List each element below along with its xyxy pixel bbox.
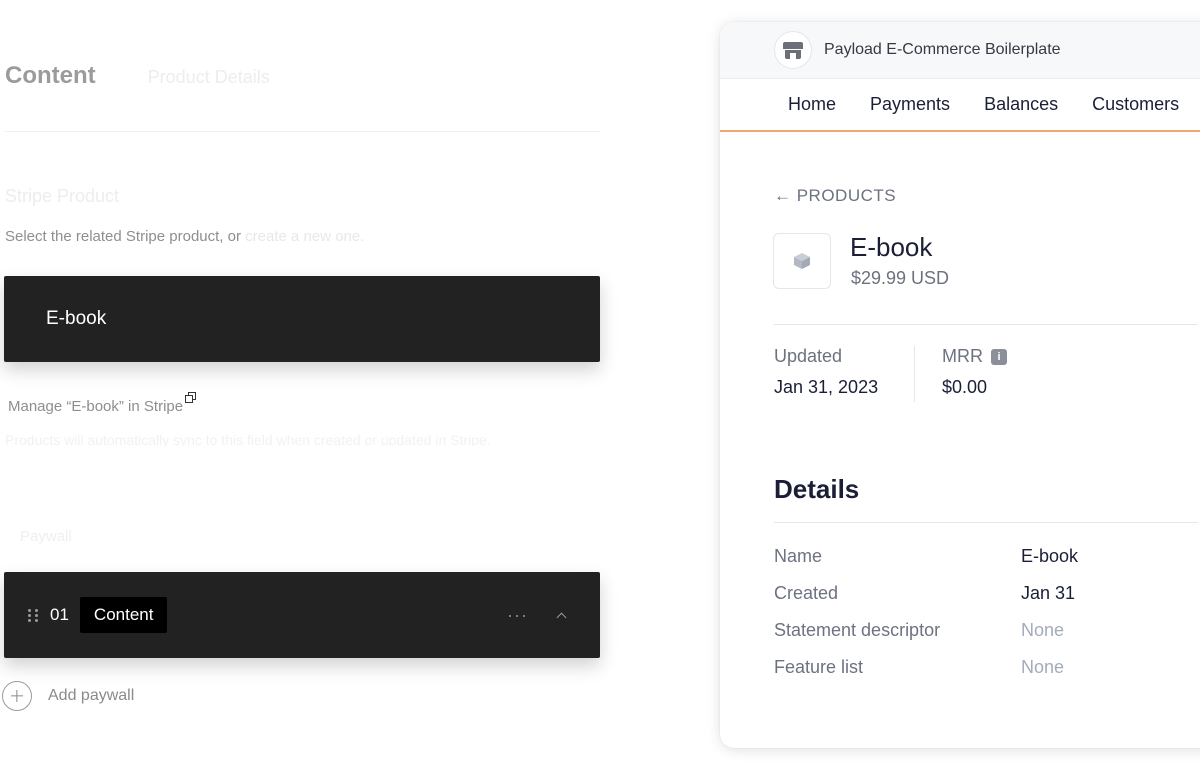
stat-mrr-label: MRR [942,346,983,366]
details-value: None [1021,620,1065,640]
divider [774,324,1198,325]
breadcrumb-products[interactable]: ← PRODUCTS [774,186,896,206]
details-row-statement-descriptor: Statement descriptor None [774,620,1194,641]
details-value: E-book [1021,546,1079,566]
nav-balances[interactable]: Balances [984,94,1058,115]
product-name: E-book [850,232,933,262]
box-icon [794,253,810,269]
product-thumbnail [773,233,831,289]
product-select[interactable]: E-book [4,276,600,362]
stat-separator [914,346,915,402]
create-product-link[interactable]: create a new one. [245,228,364,245]
row-label: Content [79,597,168,633]
manage-in-stripe-link[interactable]: Manage “E-book” in Stripe [8,392,197,415]
payload-admin-panel: Content Product Details Stripe Product S… [0,0,620,770]
store-icon [783,41,803,59]
add-paywall-button[interactable]: Add paywall [2,681,134,711]
nav-payments[interactable]: Payments [870,94,950,115]
details-key: Statement descriptor [774,620,941,640]
stat-updated-value: Jan 31, 2023 [774,377,879,397]
details-key: Feature list [774,657,864,677]
details-row-name: Name E-book [774,546,1194,567]
external-link-icon [185,392,197,403]
details-value: None [1021,657,1065,677]
tab-product-details[interactable]: Product Details [148,60,270,93]
details-row-feature-list: Feature list None [774,657,1194,678]
account-badge[interactable] [774,31,812,69]
paywall-row[interactable]: 01 Content ··· [4,572,600,658]
nav-home[interactable]: Home [788,94,836,115]
drag-handle-icon[interactable] [28,608,38,622]
selected-product-value: E-book [46,308,107,329]
divider [774,522,1198,523]
product-price: $29.99 USD [851,268,950,288]
info-icon[interactable]: i [991,348,1007,365]
details-key: Created [774,583,839,603]
sync-note: Products will automatically sync to this… [5,432,491,446]
manage-link-text: Manage “E-book” in Stripe [8,398,184,415]
stat-mrr: MRR i $0.00 [942,346,1007,398]
chevron-up-icon[interactable] [556,610,566,620]
stripe-product-label: Stripe Product [5,186,120,206]
dashboard-nav: Home Payments Balances Customers [720,79,1200,132]
more-options-button[interactable]: ··· [507,605,528,626]
account-name: Payload E-Commerce Boilerplate [824,41,1061,58]
stat-updated: Updated Jan 31, 2023 [774,346,878,398]
plus-circle-icon [2,681,32,711]
details-value: Jan 31 [1021,583,1076,603]
details-heading: Details [774,474,860,504]
details-row-created: Created Jan 31 [774,583,1194,604]
stat-mrr-value: $0.00 [942,377,988,397]
stripe-product-description: Select the related Stripe product, or cr… [5,228,364,245]
description-text: Select the related Stripe product, or [5,228,241,245]
stripe-dashboard-card: Payload E-Commerce Boilerplate Home Paym… [720,22,1200,748]
stat-updated-label: Updated [774,346,843,366]
add-paywall-label: Add paywall [48,687,135,704]
account-header: Payload E-Commerce Boilerplate [720,22,1200,79]
row-number: 01 [50,605,69,624]
tab-content[interactable]: Content [5,60,96,92]
field-tabs: Content Product Details [5,60,600,132]
details-key: Name [774,546,823,566]
nav-customers[interactable]: Customers [1092,94,1179,115]
paywall-label: Paywall [20,528,72,545]
